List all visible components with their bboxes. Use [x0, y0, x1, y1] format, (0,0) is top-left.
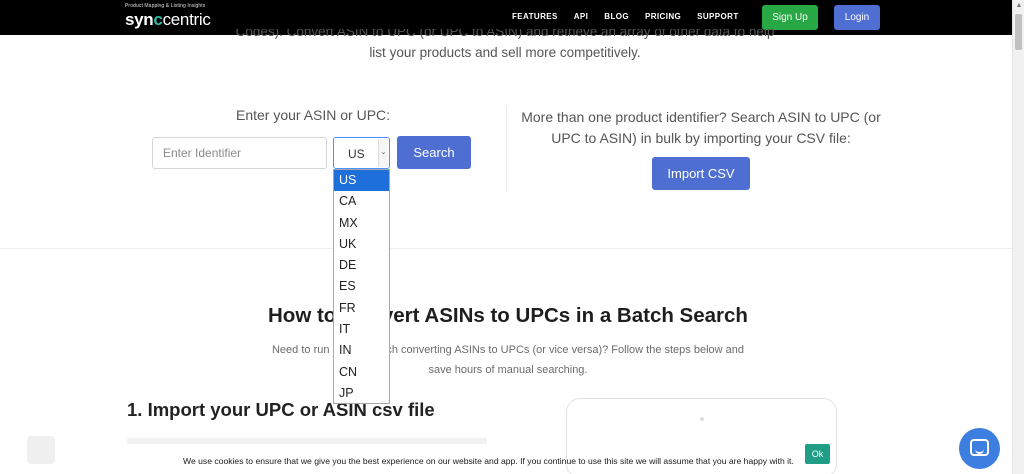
nav-api[interactable]: API	[574, 12, 589, 21]
country-selected-value: US	[348, 147, 365, 161]
step-1-text-placeholder	[127, 438, 487, 444]
page-scrollbar[interactable]: ▲	[1012, 0, 1024, 474]
country-option-it[interactable]: IT	[334, 319, 389, 340]
nav-pricing[interactable]: PRICING	[645, 12, 681, 21]
identifier-input[interactable]	[152, 137, 327, 169]
country-option-cn[interactable]: CN	[334, 362, 389, 383]
logo-wordmark: synccentric	[125, 10, 211, 29]
search-label: Enter your ASIN or UPC:	[236, 107, 391, 123]
section-divider	[0, 248, 1012, 249]
country-option-us[interactable]: US	[334, 170, 389, 192]
country-option-de[interactable]: DE	[334, 255, 389, 276]
country-option-es[interactable]: ES	[334, 276, 389, 297]
chat-icon	[970, 439, 989, 456]
import-csv-button[interactable]: Import CSV	[652, 157, 750, 190]
syncentric-logo[interactable]: Product Mapping & Listing Insights syncc…	[125, 3, 220, 31]
logo-tagline: Product Mapping & Listing Insights	[125, 3, 206, 9]
country-option-uk[interactable]: UK	[334, 234, 389, 255]
country-option-ca[interactable]: CA	[334, 191, 389, 212]
vertical-divider	[506, 106, 507, 192]
country-select[interactable]: US ⌄	[333, 137, 390, 169]
nav-blog[interactable]: BLOG	[604, 12, 629, 21]
preview-dot	[700, 417, 704, 421]
country-option-mx[interactable]: MX	[334, 213, 389, 234]
chevron-down-icon[interactable]: ⌄	[378, 139, 388, 167]
country-option-jp[interactable]: JP	[334, 383, 389, 404]
login-button[interactable]: Login	[834, 5, 880, 30]
country-dropdown-list: US CA MX UK DE ES FR IT IN CN JP	[333, 169, 390, 404]
country-option-fr[interactable]: FR	[334, 298, 389, 319]
intro-line-2: list your products and sell more competi…	[369, 45, 641, 60]
main-nav: FEATURES API BLOG PRICING SUPPORT	[512, 12, 755, 21]
search-button[interactable]: Search	[397, 136, 471, 169]
scroll-up-arrow-icon[interactable]: ▲	[1013, 0, 1024, 12]
cookie-notice-text: We use cookies to ensure that we give yo…	[183, 456, 794, 466]
nav-features[interactable]: FEATURES	[512, 12, 558, 21]
nav-support[interactable]: SUPPORT	[697, 12, 738, 21]
cookie-ok-button[interactable]: Ok	[805, 444, 830, 464]
scroll-thumb[interactable]	[1015, 14, 1022, 50]
intro-text: Codes). Convert ASIN to UPC (or UPC to A…	[220, 27, 790, 63]
bulk-search-text: More than one product identifier? Search…	[521, 109, 881, 146]
country-option-in[interactable]: IN	[334, 340, 389, 361]
